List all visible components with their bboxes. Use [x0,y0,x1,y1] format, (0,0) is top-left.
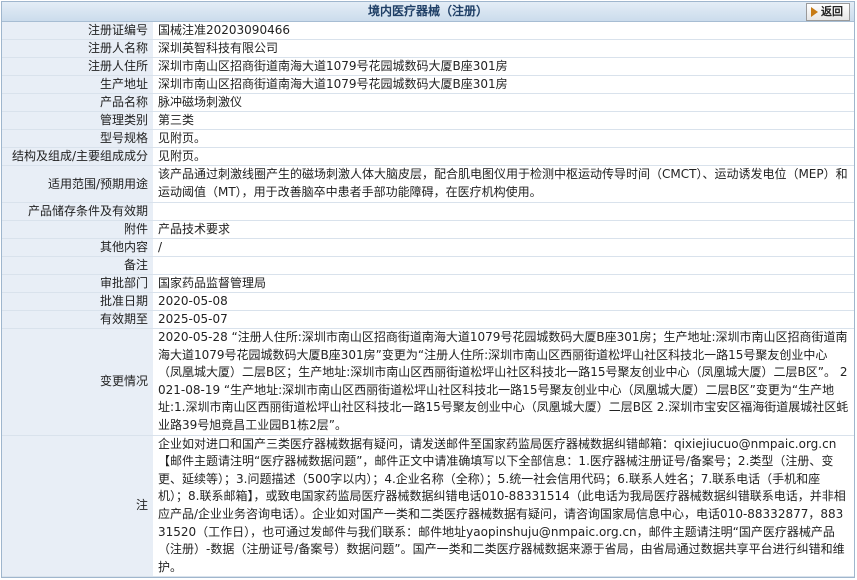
field-value: 见附页。 [153,129,854,148]
table-row: 注 企业如对进口和国产三类医疗器械数据有疑问，请发送邮件至国家药监局医疗器械数据… [2,435,854,577]
field-label: 适用范围/预期用途 [2,165,154,203]
back-button[interactable]: 返回 [806,3,850,21]
field-value: 见附页。 [153,147,854,166]
field-value: 深圳英智科技有限公司 [153,39,854,58]
field-value: 2020-05-08 [153,292,854,311]
field-label: 结构及组成/主要组成成分 [2,147,154,166]
table-row: 有效期至 2025-05-07 [2,310,854,329]
field-label: 附件 [2,220,154,239]
field-value: / [153,238,854,257]
field-value: 国械注准20203090466 [153,22,854,40]
field-label: 注册证编号 [2,22,154,40]
field-label: 管理类别 [2,111,154,130]
field-label: 变更情况 [2,328,154,436]
field-value: 国家药品监督管理局 [153,274,854,293]
field-value: 2020-05-28 “注册人住所:深圳市南山区招商街道南海大道1079号花园城… [153,328,854,436]
field-label: 注册人名称 [2,39,154,58]
field-label: 注 [2,435,154,577]
table-row: 注册人住所 深圳市南山区招商街道南海大道1079号花园城数码大厦B座301房 [2,57,854,76]
field-value: 深圳市南山区招商街道南海大道1079号花园城数码大厦B座301房 [153,75,854,94]
table-row: 型号规格 见附页。 [2,129,854,148]
field-label: 型号规格 [2,129,154,148]
table-row: 产品储存条件及有效期 [2,202,854,221]
table-row: 批准日期 2020-05-08 [2,292,854,311]
field-label: 注册人住所 [2,57,154,76]
table-row: 生产地址 深圳市南山区招商街道南海大道1079号花园城数码大厦B座301房 [2,75,854,94]
table-row: 注册证编号 国械注准20203090466 [2,22,854,40]
field-value [153,202,854,221]
table-row: 结构及组成/主要组成成分 见附页。 [2,147,854,166]
field-value: 2025-05-07 [153,310,854,329]
table-row: 管理类别 第三类 [2,111,854,130]
field-value: 脉冲磁场刺激仪 [153,93,854,112]
record-panel: 境内医疗器械（注册） 返回 注册证编号 国械注准20203090466 注册人名… [1,1,855,578]
field-label: 有效期至 [2,310,154,329]
table-row: 适用范围/预期用途 该产品通过刺激线圈产生的磁场刺激人体大脑皮层，配合肌电图仪用… [2,165,854,203]
field-label: 其他内容 [2,238,154,257]
table-row: 附件 产品技术要求 [2,220,854,239]
table-row: 备注 [2,256,854,275]
field-label: 产品名称 [2,93,154,112]
table-row: 其他内容 / [2,238,854,257]
table-row: 产品名称 脉冲磁场刺激仪 [2,93,854,112]
field-value: 产品技术要求 [153,220,854,239]
back-button-label: 返回 [821,5,843,18]
table-row: 审批部门 国家药品监督管理局 [2,274,854,293]
table-row: 注册人名称 深圳英智科技有限公司 [2,39,854,58]
field-label: 审批部门 [2,274,154,293]
field-value: 该产品通过刺激线圈产生的磁场刺激人体大脑皮层，配合肌电图仪用于检测中枢运动传导时… [153,165,854,203]
detail-table: 注册证编号 国械注准20203090466 注册人名称 深圳英智科技有限公司 注… [2,22,854,577]
table-row: 变更情况 2020-05-28 “注册人住所:深圳市南山区招商街道南海大道107… [2,328,854,436]
panel-header: 境内医疗器械（注册） 返回 [2,2,854,22]
field-value: 深圳市南山区招商街道南海大道1079号花园城数码大厦B座301房 [153,57,854,76]
field-value [153,256,854,275]
field-label: 备注 [2,256,154,275]
panel-title: 境内医疗器械（注册） [367,4,488,18]
field-label: 产品储存条件及有效期 [2,202,154,221]
field-value: 企业如对进口和国产三类医疗器械数据有疑问，请发送邮件至国家药监局医疗器械数据纠错… [153,435,854,577]
field-label: 批准日期 [2,292,154,311]
field-label: 生产地址 [2,75,154,94]
back-arrow-icon [811,7,818,17]
field-value: 第三类 [153,111,854,130]
